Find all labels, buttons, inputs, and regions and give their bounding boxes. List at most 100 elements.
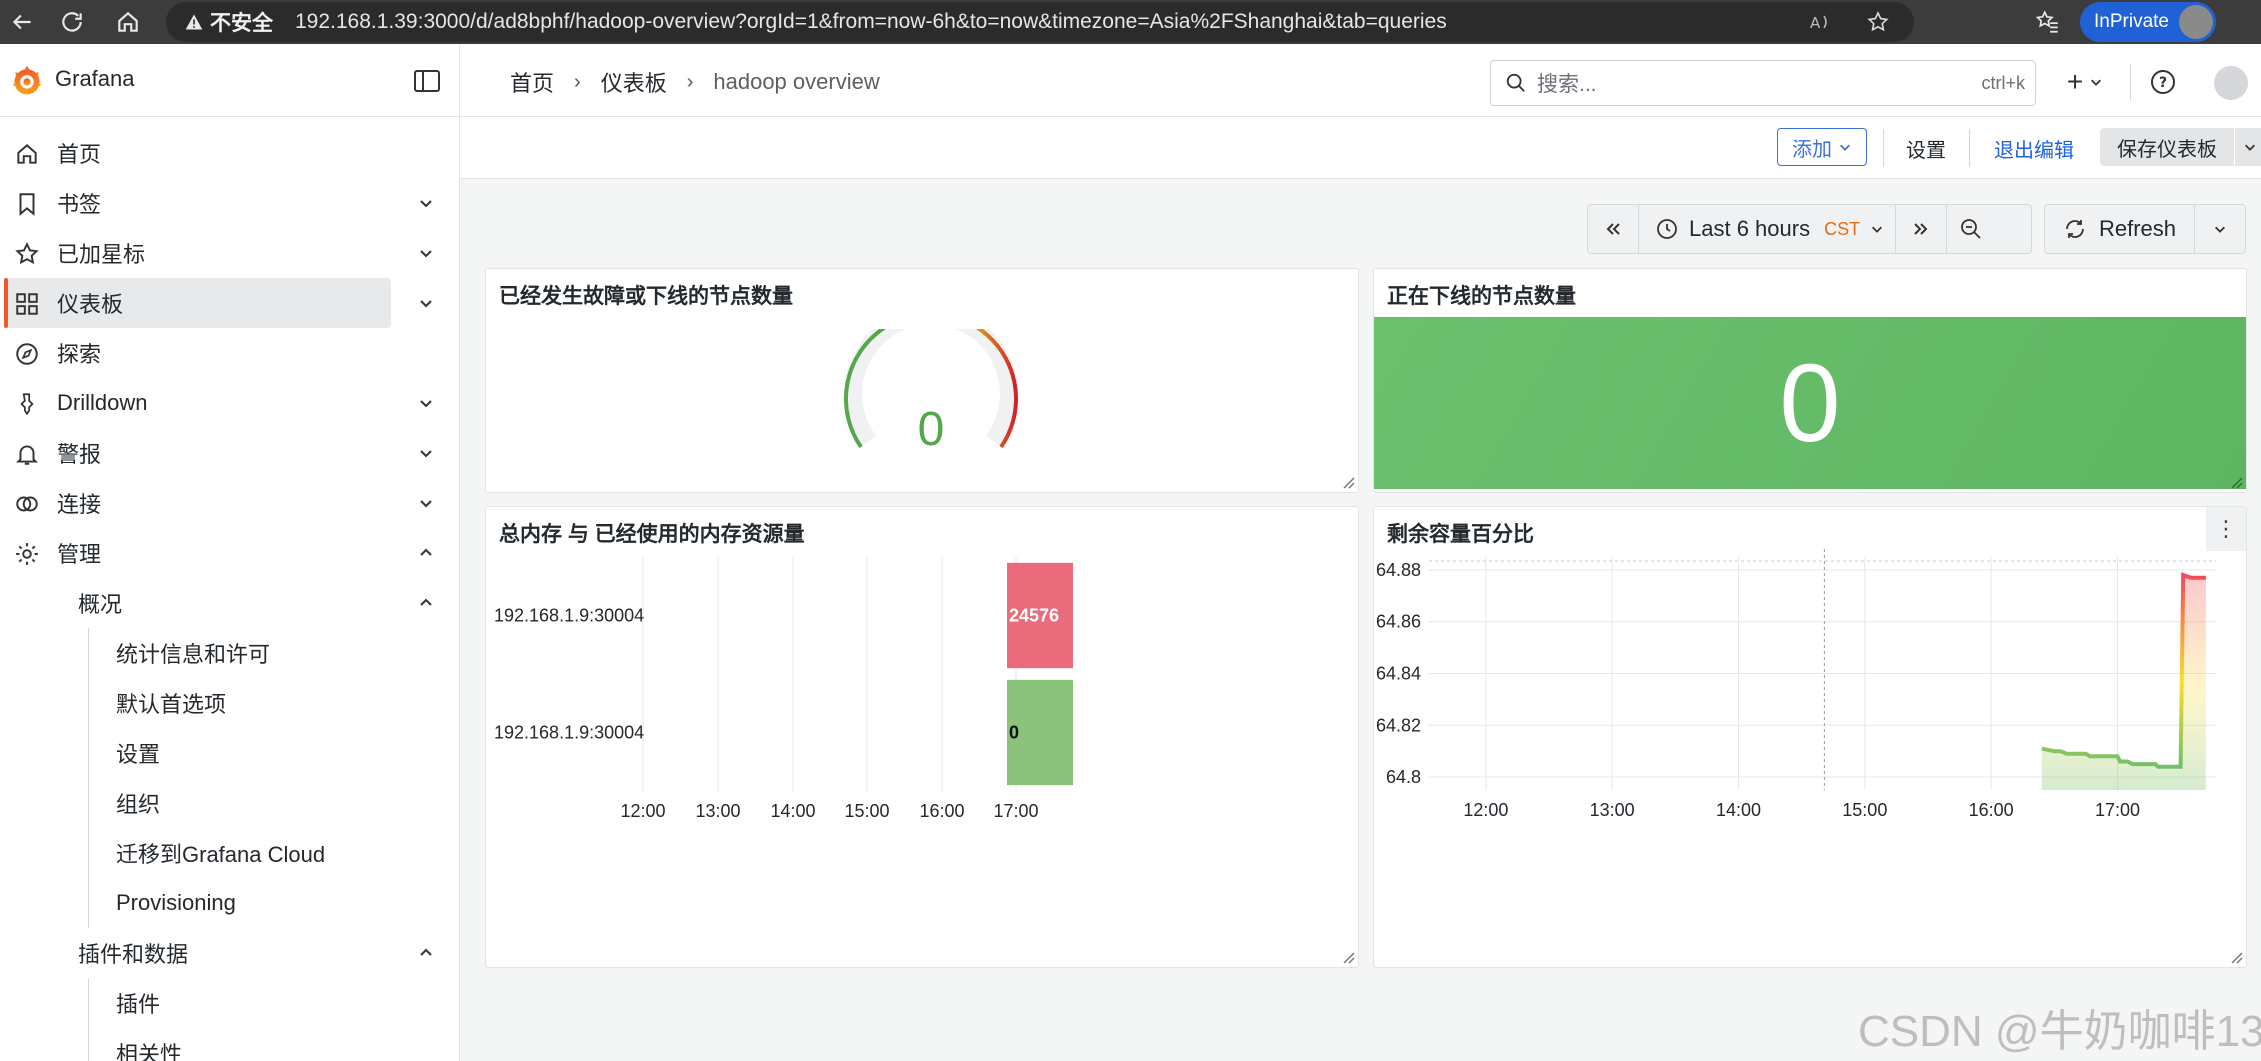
panel-title: 正在下线的节点数量 [1387,285,1576,308]
breadcrumb-home[interactable]: 首页 [510,66,554,98]
sidebar-item-bookmarks[interactable]: 书签 [0,178,459,228]
sidebar-item-administration[interactable]: 管理 [0,528,459,578]
sidebar-item-drilldown[interactable]: Drilldown [0,378,459,428]
resize-handle-icon[interactable] [1341,950,1355,964]
sidebar-item-provisioning[interactable]: Provisioning [0,878,459,928]
resize-handle-icon[interactable] [1341,475,1355,489]
panel-stat[interactable]: 正在下线的节点数量 0 [1373,268,2247,493]
panel-gauge[interactable]: 已经发生故障或下线的节点数量 0 [485,268,1359,493]
breadcrumb-current: hadoop overview [713,69,880,94]
sidebar: 首页 书签 已加星标 仪表板 探索 Drilldown 警报 连接 管理 概况 … [0,117,459,1061]
sidebar-item-stats-license[interactable]: 统计信息和许可 [0,628,459,678]
exit-edit-button[interactable]: 退出编辑 [1994,129,2074,167]
chevron-down-icon[interactable] [418,295,434,311]
favorite-star-icon[interactable] [1866,10,1890,34]
chevron-down-icon[interactable] [418,495,434,511]
chevron-down-icon [2245,144,2255,151]
chevron-down-icon [1872,226,1883,233]
x-tick-label: 17:00 [2095,800,2140,820]
resize-handle-icon[interactable] [2229,950,2243,964]
grafana-logo-icon[interactable] [9,63,45,99]
sidebar-item-orgs[interactable]: 组织 [0,778,459,828]
resize-handle-icon[interactable] [2229,475,2243,489]
sidebar-item-label: 概况 [78,592,123,617]
sidebar-item-explore[interactable]: 探索 [0,328,459,378]
chevron-down-icon[interactable] [418,445,434,461]
panel-bar-chart[interactable]: 总内存 与 已经使用的内存资源量 12:00 13:00 14:00 15:00 16:… [485,506,1359,968]
user-avatar[interactable] [2212,64,2250,102]
save-dashboard-button[interactable]: 保存仪表板 [2100,128,2234,166]
insecure-warning[interactable]: 不安全 [184,7,273,37]
reload-icon[interactable] [50,0,94,44]
compass-icon [16,343,38,365]
x-tick-label: 14:00 [770,801,815,821]
sidebar-item-alerting[interactable]: 警报 [0,428,459,478]
sidebar-item-label: 迁移到Grafana Cloud [116,842,326,867]
sidebar-item-migrate-cloud[interactable]: 迁移到Grafana Cloud [0,828,459,878]
inprivate-label: InPrivate [2094,11,2169,32]
refresh-button[interactable]: Refresh [2044,204,2195,254]
new-menu-button[interactable]: + [2055,64,2115,100]
home-icon[interactable] [106,0,150,44]
add-button[interactable]: 添加 [1777,128,1867,166]
sidebar-item-label: 相关性 [116,1042,183,1061]
category-label: 192.168.1.9:30004 [494,723,644,743]
x-tick-label: 12:00 [620,801,665,821]
favorites-icon[interactable] [2026,0,2070,44]
time-range-picker[interactable]: Last 6 hours CST [1638,204,1896,254]
back-icon[interactable] [0,0,44,44]
sidebar-item-plugins-data[interactable]: 插件和数据 [0,928,459,978]
inprivate-badge[interactable]: InPrivate [2080,2,2216,42]
sidebar-item-home[interactable]: 首页 [0,128,459,178]
panel-line-chart[interactable]: 剩余容量百分比 ⋮ 64.8 64.82 64.84 64.86 64.88 12:00 1… [1373,506,2247,968]
chevron-up-icon[interactable] [418,595,434,611]
search-input[interactable]: 搜索... ctrl+k [1490,60,2036,106]
address-bar[interactable]: 不安全 192.168.1.39:3000/d/ad8bphf/hadoop-o… [166,2,1914,42]
settings-button[interactable]: 设置 [1906,129,1946,167]
zoom-out-button[interactable] [1946,204,2032,254]
time-shift-back-button[interactable] [1587,204,1639,254]
sidebar-item-default-preferences[interactable]: 默认首选项 [0,678,459,728]
sidebar-item-label: 连接 [57,492,102,517]
chevron-right-icon: › [574,70,581,93]
refresh-interval-button[interactable] [2194,204,2246,254]
x-tick-label: 12:00 [1463,800,1508,820]
time-shift-forward-button[interactable] [1895,204,1947,254]
divider [1969,129,1970,167]
dock-menu-icon[interactable] [413,68,441,94]
active-indicator [4,278,8,328]
chevron-down-icon [1840,144,1850,151]
sidebar-item-correlations[interactable]: 相关性 [0,1028,459,1061]
brand-name[interactable]: Grafana [55,66,135,92]
insecure-label: 不安全 [210,12,273,35]
link-icon [16,496,38,512]
divider [2130,64,2131,100]
sidebar-item-overview[interactable]: 概况 [0,578,459,628]
breadcrumb-dashboards[interactable]: 仪表板 [601,66,667,98]
refresh-label: Refresh [2098,216,2177,241]
angle-double-left-icon [1606,223,1620,235]
panel-title: 已经发生故障或下线的节点数量 [499,285,793,308]
chevron-up-icon[interactable] [418,945,434,961]
sidebar-item-label: 默认首选项 [116,692,227,717]
help-icon[interactable]: ? [2149,68,2177,96]
sidebar-item-connections[interactable]: 连接 [0,478,459,528]
sidebar-item-label: 管理 [57,542,102,567]
x-tick-label: 15:00 [844,801,889,821]
sidebar-item-settings[interactable]: 设置 [0,728,459,778]
chevron-up-icon[interactable] [418,545,434,561]
save-options-button[interactable] [2235,128,2261,166]
apps-icon [16,293,38,315]
read-aloud-icon[interactable]: A [1808,10,1832,34]
sidebar-item-dashboards[interactable]: 仪表板 [0,278,459,328]
chevron-down-icon[interactable] [418,395,434,411]
sidebar-item-plugins[interactable]: 插件 [0,978,459,1028]
sidebar-item-starred[interactable]: 已加星标 [0,228,459,278]
browser-avatar [2179,5,2213,39]
chevron-down-icon[interactable] [418,245,434,261]
chevron-down-icon [2215,226,2225,233]
sidebar-item-label: 插件和数据 [78,942,189,967]
url-text[interactable]: 192.168.1.39:3000/d/ad8bphf/hadoop-overv… [295,10,1447,34]
chevron-down-icon[interactable] [418,195,434,211]
sidebar-item-label: 组织 [116,792,161,817]
